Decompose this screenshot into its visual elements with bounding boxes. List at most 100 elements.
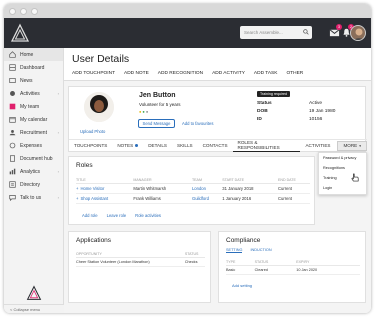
action-add-task[interactable]: ADD TASK — [254, 71, 278, 76]
main-content: User Details ADD TOUCHPOINT ADD NOTE ADD R… — [64, 48, 371, 313]
expand-plus-icon[interactable]: + — [76, 186, 78, 191]
chevron-right-icon: › — [57, 169, 59, 174]
sidebar-item-label: My calendar — [20, 116, 48, 123]
sidebar-item-news[interactable]: News — [4, 74, 63, 87]
table-cell[interactable]: + Home Visitor — [76, 183, 134, 194]
sidebar: Home Dashboard News Activities › My team My ca… — [4, 48, 64, 313]
tab-label: ACTIVITIES — [305, 143, 331, 148]
sidebar-item-my-calendar[interactable]: My calendar — [4, 113, 63, 126]
sidebar-item-directory[interactable]: Directory — [4, 178, 63, 191]
app-logo-icon[interactable] — [10, 23, 30, 43]
table-cell: Current — [278, 183, 310, 194]
roles-card: Roles TITLE MANAGER TEAM START DATE END DATE… — [68, 156, 315, 225]
collapse-menu-button[interactable]: < Collapse menu — [4, 304, 64, 313]
table-row[interactable]: + Shop Assistant Frank Williams Guildford 1 … — [76, 193, 310, 204]
tab-touchpoints[interactable]: TOUCHPOINTS — [69, 140, 112, 152]
tab-label: TOUCHPOINTS — [74, 143, 108, 148]
table-row[interactable]: Cheer Station Volunteer (London Marathon… — [76, 257, 205, 267]
add-to-favourites-link[interactable]: Add to favourites — [182, 121, 213, 126]
menu-item-login[interactable]: Login — [319, 183, 366, 193]
user-avatar[interactable] — [350, 25, 366, 41]
sidebar-item-label: Home — [20, 51, 34, 58]
table-cell[interactable]: London — [191, 183, 223, 194]
menu-item-recognitions[interactable]: Recognitions — [319, 163, 366, 173]
compliance-tab-induction[interactable]: INDUCTION — [250, 248, 271, 253]
training-required-tag: Training required — [257, 91, 291, 97]
window-maximize-dot[interactable] — [31, 7, 38, 15]
profile-badges: ●●● — [139, 109, 149, 114]
expand-plus-icon[interactable]: + — [76, 196, 78, 201]
action-add-note[interactable]: ADD NOTE — [124, 71, 149, 76]
compliance-subtabs: SETTING INDUCTION — [226, 248, 272, 253]
compliance-tab-setting[interactable]: SETTING — [226, 248, 243, 253]
status-key: Status — [257, 101, 272, 106]
profile-name: Jen Button — [139, 92, 176, 99]
page-title: User Details — [72, 53, 130, 65]
table-cell: Cleared — [254, 265, 297, 275]
tab-contacts[interactable]: CONTACTS — [198, 140, 233, 152]
sidebar-item-label: Expenses — [20, 142, 42, 149]
action-add-recognition[interactable]: ADD RECOGNITION — [158, 71, 203, 76]
activities-icon — [10, 91, 15, 96]
sidebar-logo-icon — [26, 285, 42, 300]
table-cell: Frank Williams — [133, 193, 192, 204]
upload-photo-link[interactable]: Upload Photo — [80, 129, 105, 134]
window-minimize-dot[interactable] — [20, 7, 27, 15]
send-message-button[interactable]: Send Message — [138, 119, 175, 128]
role-activities-link[interactable]: Role activities — [135, 213, 161, 218]
sidebar-item-home[interactable]: Home — [4, 48, 63, 61]
table-row[interactable]: + Home Visitor Martin Whitmarsh London 31 Ja… — [76, 183, 310, 194]
tab-skills[interactable]: SKILLS — [172, 140, 198, 152]
table-cell[interactable]: Guildford — [191, 193, 223, 204]
sidebar-item-label: Directory — [20, 181, 41, 188]
tab-notes[interactable]: NOTES — [112, 140, 143, 152]
sidebar-item-my-team[interactable]: My team — [4, 100, 63, 113]
sidebar-item-document-hub[interactable]: Document hub — [4, 152, 63, 165]
window-close-dot[interactable] — [9, 7, 16, 15]
action-other[interactable]: OTHER — [286, 71, 303, 76]
recruitment-icon — [9, 130, 16, 136]
sidebar-item-expenses[interactable]: Expenses — [4, 139, 63, 152]
compliance-table: TYPE STATUS EXPIRY Basic Cleared 10 Jan 2020 — [226, 259, 360, 275]
more-dropdown-menu: Password & privacy Recognitions Training Lo… — [318, 152, 367, 195]
sidebar-item-label: Dashboard — [20, 64, 45, 71]
leave-role-link[interactable]: Leave role — [107, 213, 127, 218]
dob-key: DOB — [257, 109, 268, 114]
roles-table: TITLE MANAGER TEAM START DATE END DATE + Home … — [76, 177, 310, 204]
tab-activities[interactable]: ACTIVITIES — [300, 140, 335, 152]
chevron-right-icon: › — [57, 91, 59, 96]
sidebar-item-talk-to-us[interactable]: Talk to us › — [4, 191, 63, 204]
analytics-icon — [9, 168, 16, 175]
sidebar-item-activities[interactable]: Activities › — [4, 87, 63, 100]
applications-title: Applications — [76, 237, 112, 244]
talk-icon — [9, 195, 16, 201]
search-icon — [303, 29, 309, 35]
sidebar-item-dashboard[interactable]: Dashboard — [4, 61, 63, 74]
search-input[interactable]: Search Assemble... — [240, 26, 312, 39]
profile-tabs: TOUCHPOINTS NOTES DETAILS SKILLS CONTACTS ROL… — [69, 139, 367, 152]
team-icon — [9, 103, 16, 110]
tab-more[interactable]: MORE ▾ — [337, 140, 367, 151]
table-cell: 10 Jan 2020 — [296, 265, 360, 275]
home-icon — [9, 51, 16, 58]
search-placeholder: Search Assemble... — [244, 30, 283, 35]
add-setting-link[interactable]: Add setting — [232, 283, 252, 288]
action-add-touchpoint[interactable]: ADD TOUCHPOINT — [72, 71, 115, 76]
table-cell[interactable]: + Shop Assistant — [76, 193, 134, 204]
sidebar-item-recruitment[interactable]: Recruitment › — [4, 126, 63, 139]
table-row[interactable]: Basic Cleared 10 Jan 2020 — [226, 265, 360, 275]
profile-photo — [84, 92, 114, 122]
action-bar: ADD TOUCHPOINT ADD NOTE ADD RECOGNITION ADD… — [72, 71, 303, 76]
page-header: User Details ADD TOUCHPOINT ADD NOTE ADD R… — [64, 48, 371, 81]
id-key: ID — [257, 117, 262, 122]
tab-details[interactable]: DETAILS — [143, 140, 172, 152]
add-role-link[interactable]: Add role — [82, 213, 98, 218]
tab-roles-responsibilities[interactable]: ROLES & RESPONSIBILITIES — [232, 140, 301, 152]
sidebar-item-label: News — [20, 77, 33, 84]
action-add-activity[interactable]: ADD ACTIVITY — [212, 71, 245, 76]
browser-window: Search Assemble... 3 2 Home Dashboard News… — [4, 4, 371, 313]
menu-item-training[interactable]: Training — [319, 173, 366, 183]
document-icon — [10, 155, 15, 162]
sidebar-item-analytics[interactable]: Analytics › — [4, 165, 63, 178]
menu-item-password-privacy[interactable]: Password & privacy — [319, 153, 366, 163]
